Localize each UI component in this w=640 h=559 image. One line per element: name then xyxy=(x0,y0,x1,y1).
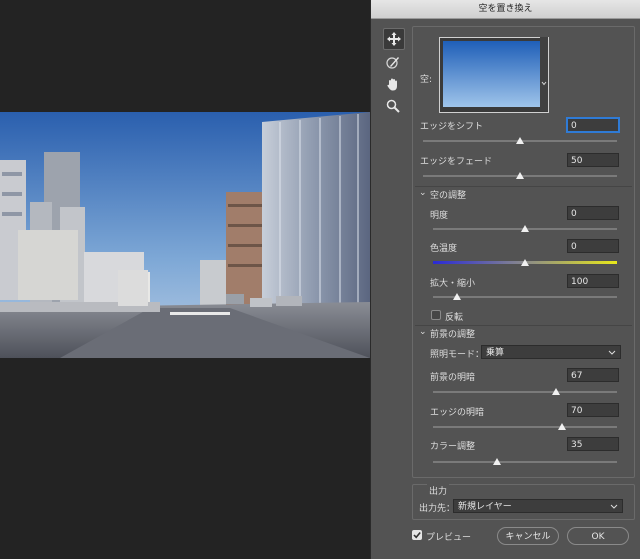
sky-label: 空: xyxy=(420,75,433,85)
ok-button[interactable]: OK xyxy=(567,527,629,545)
edge-lighting-slider[interactable] xyxy=(433,426,617,428)
color-adjust-label: カラー調整 xyxy=(430,442,476,452)
output-label: 出力先： xyxy=(419,504,456,514)
chevron-down-icon xyxy=(610,504,618,509)
edge-lighting-slider-thumb[interactable] xyxy=(558,423,566,430)
temperature-field[interactable]: 0 xyxy=(567,239,619,253)
checkmark-icon xyxy=(413,531,421,539)
sky-replacement-dialog: 空を置き換え 空: エッジをシフト 0 エッジをフェード 50 ⌄ 空の調整 明… xyxy=(370,0,640,559)
sky-dropdown-button[interactable] xyxy=(540,37,548,111)
foreground-lighting-slider-thumb[interactable] xyxy=(552,388,560,395)
foreground-lighting-slider[interactable] xyxy=(433,391,617,393)
foreground-adjust-chevron-icon[interactable]: ⌄ xyxy=(419,327,427,337)
edge-fade-slider-thumb[interactable] xyxy=(516,172,524,179)
sky-preview-frame[interactable] xyxy=(439,37,549,113)
edge-fade-field[interactable]: 50 xyxy=(567,153,619,167)
city-street-image xyxy=(0,112,370,358)
output-group: 出力 出力先： 新規レイヤー xyxy=(412,484,635,520)
foreground-lighting-field[interactable]: 67 xyxy=(567,368,619,382)
lighting-mode-label: 照明モード： xyxy=(430,350,485,360)
preview-label: プレビュー xyxy=(426,533,472,543)
document-canvas xyxy=(0,0,370,559)
edge-lighting-label: エッジの明暗 xyxy=(430,408,485,418)
brush-icon[interactable] xyxy=(383,52,403,72)
edge-shift-slider-thumb[interactable] xyxy=(516,137,524,144)
scale-field[interactable]: 100 xyxy=(567,274,619,288)
zoom-icon[interactable] xyxy=(383,96,403,116)
preview-checkbox[interactable] xyxy=(412,530,422,540)
flip-label: 反転 xyxy=(445,313,464,323)
brightness-slider-thumb[interactable] xyxy=(521,225,529,232)
chevron-down-icon xyxy=(608,350,616,355)
edge-shift-field[interactable]: 0 xyxy=(567,118,619,132)
sky-adjust-header: 空の調整 xyxy=(430,191,467,201)
scale-slider-thumb[interactable] xyxy=(453,293,461,300)
brightness-label: 明度 xyxy=(430,211,449,221)
color-adjust-slider[interactable] xyxy=(433,461,617,463)
temperature-slider-thumb[interactable] xyxy=(521,259,529,266)
foreground-lighting-label: 前景の明暗 xyxy=(430,373,476,383)
temperature-label: 色温度 xyxy=(430,244,458,254)
sky-preview-thumbnail xyxy=(443,41,543,107)
brightness-field[interactable]: 0 xyxy=(567,206,619,220)
tool-column xyxy=(383,28,405,118)
lighting-mode-select[interactable]: 乗算 xyxy=(481,345,621,359)
color-adjust-field[interactable]: 35 xyxy=(567,437,619,451)
output-value: 新規レイヤー xyxy=(458,502,512,512)
edge-fade-label: エッジをフェード xyxy=(420,157,493,167)
edge-shift-label: エッジをシフト xyxy=(420,122,484,132)
output-select[interactable]: 新規レイヤー xyxy=(453,499,623,513)
color-adjust-slider-thumb[interactable] xyxy=(493,458,501,465)
document-image xyxy=(0,112,370,358)
settings-panel: 空: エッジをシフト 0 エッジをフェード 50 ⌄ 空の調整 明度 0 色温度… xyxy=(412,26,635,478)
separator xyxy=(415,186,632,187)
move-icon[interactable] xyxy=(383,28,405,50)
separator xyxy=(415,325,632,326)
output-header: 出力 xyxy=(427,484,450,497)
dialog-title: 空を置き換え xyxy=(371,0,640,19)
scale-label: 拡大・縮小 xyxy=(430,279,476,289)
hand-icon[interactable] xyxy=(383,74,403,94)
edge-lighting-field[interactable]: 70 xyxy=(567,403,619,417)
lighting-mode-value: 乗算 xyxy=(486,348,505,358)
cancel-button[interactable]: キャンセル xyxy=(497,527,559,545)
flip-checkbox[interactable] xyxy=(431,310,441,320)
foreground-adjust-header: 前景の調整 xyxy=(430,330,476,340)
sky-adjust-chevron-icon[interactable]: ⌄ xyxy=(419,188,427,198)
